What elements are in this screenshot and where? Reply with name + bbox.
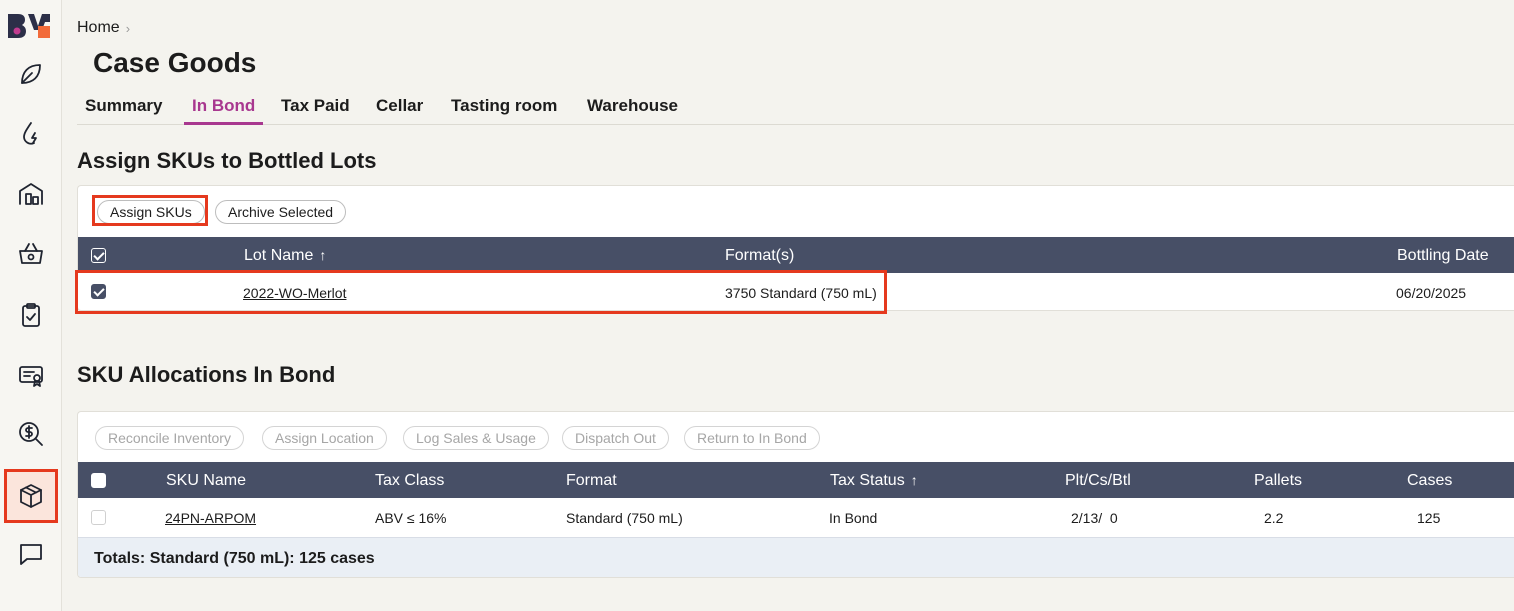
column-bottling-date[interactable]: Bottling Date	[1397, 247, 1489, 265]
water-drop-icon	[23, 122, 37, 145]
sidebar-item-building[interactable]	[11, 174, 51, 214]
chat-icon	[20, 544, 42, 565]
sidebar	[0, 0, 62, 611]
main-content: Home › Case Goods Summary In Bond Tax Pa…	[62, 0, 1514, 611]
sku-tax-status: In Bond	[829, 510, 878, 526]
box-icon	[20, 484, 42, 508]
archive-selected-button[interactable]: Archive Selected	[215, 200, 347, 224]
tab-cellar[interactable]: Cellar	[376, 96, 423, 124]
table-row: 24PN-ARPOM ABV ≤ 16% Standard (750 mL) I…	[78, 498, 1514, 536]
leaf-icon	[21, 64, 41, 84]
select-all-checkbox[interactable]	[91, 473, 106, 488]
tab-bar: Summary In Bond Tax Paid Cellar Tasting …	[77, 92, 1514, 125]
totals-row: Totals: Standard (750 mL): 125 cases	[78, 537, 1514, 577]
reconcile-inventory-button[interactable]: Reconcile Inventory	[95, 426, 244, 450]
sidebar-item-financial[interactable]	[11, 414, 51, 454]
sort-ascending-icon: ↑	[319, 247, 327, 263]
log-sales-usage-button[interactable]: Log Sales & Usage	[403, 426, 549, 450]
column-plt-cs-btl[interactable]: Plt/Cs/Btl	[1065, 472, 1131, 490]
breadcrumb: Home ›	[77, 19, 130, 37]
sidebar-item-water[interactable]	[11, 114, 51, 154]
column-cases[interactable]: Cases	[1407, 472, 1452, 490]
column-sku-name[interactable]: SKU Name	[166, 472, 246, 490]
selected-row-highlight	[75, 270, 887, 314]
sidebar-item-clipboard[interactable]	[11, 295, 51, 335]
sidebar-item-case-goods[interactable]	[4, 469, 58, 523]
clipboard-check-icon	[22, 303, 40, 327]
column-pallets[interactable]: Pallets	[1254, 472, 1302, 490]
return-to-in-bond-button[interactable]: Return to In Bond	[684, 426, 820, 450]
allocations-table-header: SKU Name Tax Class Format Tax Status ↑ Pl…	[78, 462, 1514, 498]
sku-name-link[interactable]: 24PN-ARPOM	[165, 510, 256, 526]
sku-cases: 125	[1417, 510, 1441, 526]
dollar-search-icon	[19, 422, 43, 446]
sidebar-item-certificate[interactable]	[11, 355, 51, 395]
sort-ascending-icon: ↑	[910, 472, 918, 488]
chevron-right-icon: ›	[125, 20, 131, 36]
basket-icon	[19, 243, 43, 264]
sku-tax-class: ABV ≤ 16%	[375, 510, 447, 526]
brand-logo-icon	[8, 14, 50, 38]
breadcrumb-home[interactable]: Home	[77, 19, 120, 37]
building-icon	[19, 183, 43, 205]
brand-logo[interactable]	[8, 12, 56, 40]
row-checkbox[interactable]	[91, 510, 106, 525]
select-all-checkbox[interactable]	[91, 248, 106, 263]
assign-location-button[interactable]: Assign Location	[262, 426, 387, 450]
assign-skus-highlight	[92, 195, 208, 226]
column-tax-status[interactable]: Tax Status ↑	[830, 472, 918, 490]
sku-plt-cs-btl: 2/13/ 0	[1071, 510, 1118, 526]
page-title: Case Goods	[93, 47, 257, 78]
sidebar-item-chat[interactable]	[11, 534, 51, 574]
totals-text: Totals: Standard (750 mL): 125 cases	[94, 550, 375, 567]
assign-section-title: Assign SKUs to Bottled Lots	[77, 148, 377, 173]
allocations-card: Reconcile Inventory Assign Location Log …	[77, 411, 1514, 578]
dispatch-out-button[interactable]: Dispatch Out	[562, 426, 669, 450]
tab-tax-paid[interactable]: Tax Paid	[281, 96, 350, 124]
column-lot-name-label: Lot Name	[244, 247, 314, 264]
column-tax-class[interactable]: Tax Class	[375, 472, 444, 490]
tab-tasting-room[interactable]: Tasting room	[451, 96, 557, 124]
allocations-section-title: SKU Allocations In Bond	[77, 362, 336, 387]
sku-format: Standard (750 mL)	[566, 510, 683, 526]
lot-bottling-date: 06/20/2025	[1396, 285, 1467, 301]
assign-table-header: Lot Name ↑ Format(s) Bottling Date	[78, 237, 1514, 273]
certificate-icon	[19, 366, 43, 387]
column-formats[interactable]: Format(s)	[725, 247, 794, 265]
tab-in-bond[interactable]: In Bond	[184, 96, 264, 125]
column-format[interactable]: Format	[566, 472, 617, 490]
tab-warehouse[interactable]: Warehouse	[587, 96, 678, 124]
tab-summary[interactable]: Summary	[85, 96, 162, 124]
sku-pallets: 2.2	[1264, 510, 1284, 526]
column-tax-status-label: Tax Status	[830, 472, 905, 489]
sidebar-item-basket[interactable]	[11, 234, 51, 274]
sidebar-item-leaf[interactable]	[11, 54, 51, 94]
column-lot-name[interactable]: Lot Name ↑	[244, 247, 326, 265]
